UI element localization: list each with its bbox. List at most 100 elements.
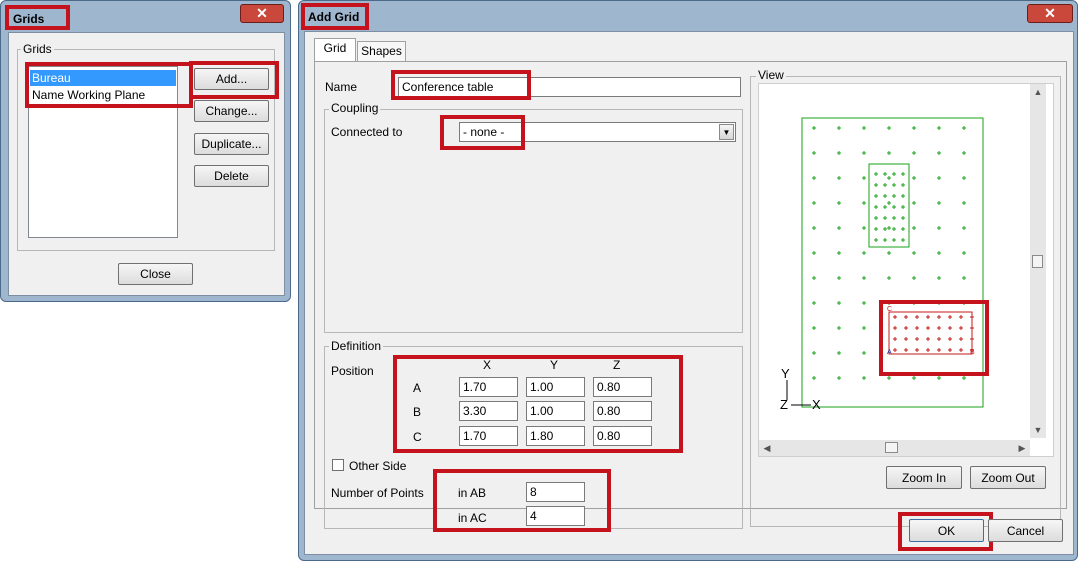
scroll-right-arrow-icon[interactable]: ▶	[1016, 442, 1028, 454]
grid-point	[837, 376, 841, 380]
grid-point	[862, 226, 866, 230]
grids-client-area: Grids Bureau Name Working Plane Add... C…	[8, 32, 285, 296]
grid-point	[892, 172, 896, 176]
grid-point	[962, 151, 966, 155]
tab-shapes[interactable]: Shapes	[357, 41, 406, 61]
grid-point	[901, 205, 905, 209]
grid-point	[901, 194, 905, 198]
grid-point	[937, 176, 941, 180]
grid-point	[812, 251, 816, 255]
grids-close-x-button[interactable]: ✕	[240, 4, 284, 23]
grid-point	[862, 326, 866, 330]
grid-point	[883, 205, 887, 209]
change-button[interactable]: Change...	[194, 100, 269, 122]
grid-point	[837, 251, 841, 255]
view-horizontal-scrollbar[interactable]: ◀ ▶	[759, 440, 1030, 456]
delete-button[interactable]: Delete	[194, 165, 269, 187]
grid-point	[837, 151, 841, 155]
grid-point	[962, 251, 966, 255]
grid-point	[874, 194, 878, 198]
grid-point	[962, 376, 966, 380]
grid-point	[862, 351, 866, 355]
grid-point	[874, 238, 878, 242]
grid-point	[937, 226, 941, 230]
grid-point	[912, 126, 916, 130]
view-canvas[interactable]: Y Z X C A B ▲ ▼ ◀ ▶	[758, 83, 1054, 457]
grid-point	[812, 126, 816, 130]
grid-point	[962, 126, 966, 130]
grid-point	[937, 276, 941, 280]
grid-point	[962, 201, 966, 205]
tab-grid[interactable]: Grid	[314, 38, 356, 62]
grid-point	[837, 276, 841, 280]
grid-point	[887, 376, 891, 380]
axis-z-label: Z	[780, 397, 788, 412]
connected-to-highlight	[440, 115, 525, 150]
grid-point	[862, 201, 866, 205]
grid-point	[887, 151, 891, 155]
position-highlight	[393, 355, 683, 453]
zoom-out-button[interactable]: Zoom Out	[970, 466, 1046, 489]
position-label: Position	[331, 364, 374, 378]
grid-point	[862, 276, 866, 280]
grid-point	[812, 276, 816, 280]
grid-point	[812, 301, 816, 305]
other-side-label: Other Side	[349, 459, 407, 473]
grids-list-highlight	[25, 62, 193, 108]
grid-point	[874, 205, 878, 209]
grid-point	[812, 176, 816, 180]
grid-point	[937, 251, 941, 255]
duplicate-button[interactable]: Duplicate...	[194, 133, 269, 155]
view-svg	[786, 117, 984, 408]
connected-to-label: Connected to	[331, 125, 403, 139]
add-grid-client-area: Grid Shapes Name Conference table Coupli…	[304, 31, 1074, 555]
number-of-points-highlight	[433, 469, 611, 532]
grid-point	[887, 126, 891, 130]
grid-point	[812, 226, 816, 230]
grid-point	[837, 176, 841, 180]
close-button[interactable]: Close	[118, 263, 193, 285]
grid-point	[887, 176, 891, 180]
grid-point	[862, 126, 866, 130]
view-label: View	[756, 68, 786, 82]
grid-point	[812, 326, 816, 330]
grids-dialog: Grids ✕ Grids Bureau Name Working Plane …	[0, 0, 291, 302]
grid-point	[892, 183, 896, 187]
grid-point	[892, 194, 896, 198]
grid-point	[887, 201, 891, 205]
scroll-left-arrow-icon[interactable]: ◀	[761, 442, 773, 454]
horizontal-scroll-thumb[interactable]	[885, 442, 898, 453]
grid-point	[912, 176, 916, 180]
other-side-checkbox[interactable]	[332, 459, 344, 471]
grid-point	[837, 351, 841, 355]
view-vertical-scrollbar[interactable]: ▲ ▼	[1030, 84, 1046, 438]
grid-point	[883, 238, 887, 242]
grid-point	[937, 151, 941, 155]
scroll-up-arrow-icon[interactable]: ▲	[1030, 86, 1046, 98]
name-label: Name	[325, 80, 358, 94]
grid-point	[912, 151, 916, 155]
grid-point	[912, 251, 916, 255]
grid-point	[812, 151, 816, 155]
grid-point	[883, 194, 887, 198]
grid-point	[962, 226, 966, 230]
zoom-in-button[interactable]: Zoom In	[886, 466, 962, 489]
scroll-down-arrow-icon[interactable]: ▼	[1030, 424, 1046, 436]
dropdown-arrow-button[interactable]: ▼	[719, 124, 734, 140]
grid-point	[862, 376, 866, 380]
grid-point	[912, 201, 916, 205]
axis-x-label: X	[812, 397, 821, 412]
grids-group-label: Grids	[21, 42, 54, 56]
add-grid-close-x-button[interactable]: ✕	[1027, 4, 1073, 23]
grid-point	[883, 172, 887, 176]
coupling-group	[324, 109, 743, 333]
grid-point	[937, 201, 941, 205]
grid-point	[887, 226, 891, 230]
grid-point	[962, 276, 966, 280]
grid-point	[883, 216, 887, 220]
name-input-highlight	[391, 70, 531, 100]
vertical-scroll-thumb[interactable]	[1032, 255, 1043, 268]
grid-point	[874, 183, 878, 187]
cancel-button[interactable]: Cancel	[988, 519, 1063, 542]
close-icon: ✕	[256, 5, 268, 21]
